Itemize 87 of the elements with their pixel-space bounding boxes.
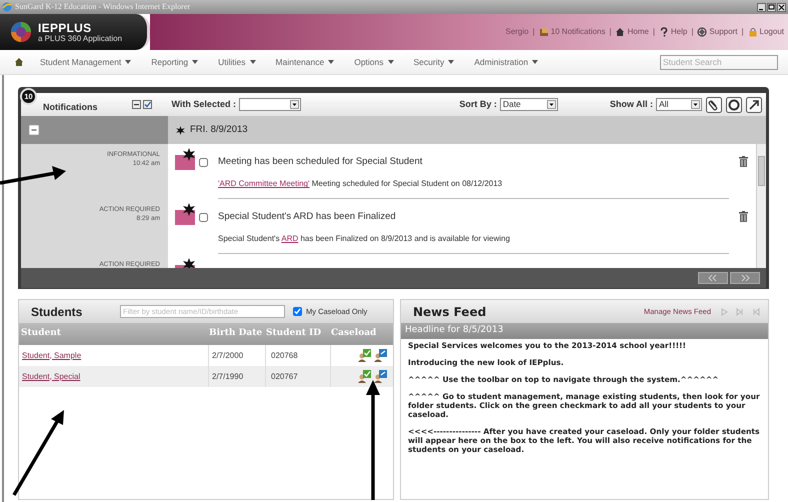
person-screen-icon[interactable] bbox=[374, 370, 387, 383]
window-title: SunGard K-12 Education - Windows Internet Explorer bbox=[15, 1, 190, 13]
app-name: IEPPLUS bbox=[38, 22, 92, 34]
person-checkmark-icon[interactable] bbox=[358, 370, 371, 383]
notification-checkbox[interactable] bbox=[199, 158, 208, 167]
header-link[interactable]: 10 Notifications bbox=[538, 26, 606, 38]
student-link[interactable]: Student, Special bbox=[22, 370, 80, 382]
header-link[interactable]: Home bbox=[615, 26, 649, 38]
table-cell: 020768 bbox=[271, 350, 298, 362]
logout-icon bbox=[748, 27, 758, 37]
menu-item[interactable]: Student Management bbox=[40, 56, 132, 68]
person-screen-icon[interactable] bbox=[374, 349, 387, 362]
person-checkmark-icon[interactable] bbox=[358, 349, 371, 362]
headline-title: Headline for 8/5/2013 bbox=[405, 324, 504, 338]
separator: | bbox=[609, 26, 612, 38]
collapse-icon[interactable] bbox=[29, 125, 39, 135]
panel-title: News Feed bbox=[413, 304, 486, 320]
notification-title: Special Student's ARD has been Finalized bbox=[218, 210, 397, 224]
caret-icon bbox=[328, 60, 334, 64]
separator: | bbox=[652, 26, 655, 38]
maximize-icon[interactable] bbox=[767, 2, 776, 12]
header-link[interactable]: Help bbox=[658, 26, 688, 38]
date-label: FRI. 8/9/2013 bbox=[190, 122, 248, 137]
support-icon bbox=[697, 27, 708, 37]
iep-document-icon bbox=[174, 203, 196, 225]
student-search-field[interactable]: Student Search bbox=[660, 54, 778, 70]
logo-icon bbox=[10, 21, 32, 43]
field-label: Sort By : bbox=[459, 98, 497, 111]
show-all-dropdown[interactable]: All bbox=[656, 98, 702, 111]
table-cell: 020767 bbox=[271, 370, 298, 382]
iep-document-icon bbox=[174, 148, 196, 170]
notification-checkbox[interactable] bbox=[199, 213, 208, 222]
trash-icon[interactable] bbox=[739, 211, 748, 222]
notifications-icon bbox=[538, 27, 549, 37]
notification-detail: Special Student's ARD has been Finalized on 8/9/2013 and is available for viewing bbox=[218, 233, 511, 246]
header-link[interactable]: Logout bbox=[748, 26, 784, 38]
caret-icon bbox=[125, 60, 132, 64]
menu-item[interactable]: Administration bbox=[474, 56, 538, 68]
home-icon bbox=[615, 27, 626, 37]
minimize-icon[interactable] bbox=[757, 2, 766, 12]
collapse-all-icon[interactable] bbox=[132, 100, 141, 109]
select-all-icon[interactable] bbox=[142, 100, 152, 109]
close-icon[interactable] bbox=[777, 2, 786, 12]
menu-item[interactable]: Options bbox=[354, 56, 394, 68]
caret-icon bbox=[388, 60, 394, 64]
trash-icon[interactable] bbox=[739, 156, 748, 167]
user-name[interactable]: Sergio bbox=[505, 26, 529, 38]
table-cell: 2/7/2000 bbox=[212, 350, 244, 362]
app-tagline: a PLUS 360 Application bbox=[38, 34, 122, 42]
panel-title: Notifications bbox=[43, 100, 98, 114]
home-icon[interactable] bbox=[14, 57, 24, 67]
column-header: Student ID bbox=[266, 327, 322, 340]
with-selected-dropdown[interactable] bbox=[238, 98, 301, 111]
detail-link[interactable]: ARD bbox=[281, 234, 298, 244]
separator: | bbox=[691, 26, 694, 38]
help-icon bbox=[658, 27, 669, 37]
menu-item[interactable]: Utilities bbox=[218, 56, 256, 68]
student-link[interactable]: Student, Sample bbox=[22, 350, 82, 362]
sort-by-dropdown[interactable]: Date bbox=[500, 98, 558, 111]
star-icon bbox=[176, 126, 185, 134]
detail-link[interactable]: 'ARD Committee Meeting' bbox=[218, 179, 310, 188]
table-cell: 2/7/1990 bbox=[212, 370, 244, 382]
caret-icon bbox=[192, 60, 198, 64]
menu-item[interactable]: Maintenance bbox=[276, 56, 334, 68]
separator: | bbox=[532, 26, 535, 38]
separator: | bbox=[741, 26, 744, 38]
column-header: Caseload bbox=[331, 327, 378, 340]
annotation-arrow bbox=[0, 166, 66, 185]
caret-icon bbox=[250, 60, 256, 64]
settings-icon[interactable] bbox=[726, 96, 742, 112]
menu-item[interactable]: Security bbox=[414, 56, 454, 68]
caseload-only-checkbox[interactable] bbox=[293, 307, 302, 316]
column-header: Student bbox=[20, 327, 62, 340]
panel-title: Students bbox=[31, 304, 84, 320]
expand-icon[interactable] bbox=[746, 96, 762, 112]
menu-item[interactable]: Reporting bbox=[151, 56, 198, 68]
field-label: With Selected : bbox=[172, 98, 236, 111]
notification-detail: 'ARD Committee Meeting' Meeting scheduled for Special Student on 08/12/2013 bbox=[218, 178, 504, 190]
column-header: Birth Date bbox=[209, 327, 264, 340]
field-label: Show All : bbox=[610, 98, 653, 111]
caret-icon bbox=[532, 60, 538, 64]
paperclip-icon[interactable] bbox=[706, 96, 722, 112]
browser-icon bbox=[2, 2, 12, 12]
notification-title: Meeting has been scheduled for Special Student bbox=[218, 155, 424, 169]
scrollbar[interactable] bbox=[756, 144, 766, 268]
header-link[interactable]: Support bbox=[697, 26, 738, 38]
caret-icon bbox=[448, 60, 454, 64]
